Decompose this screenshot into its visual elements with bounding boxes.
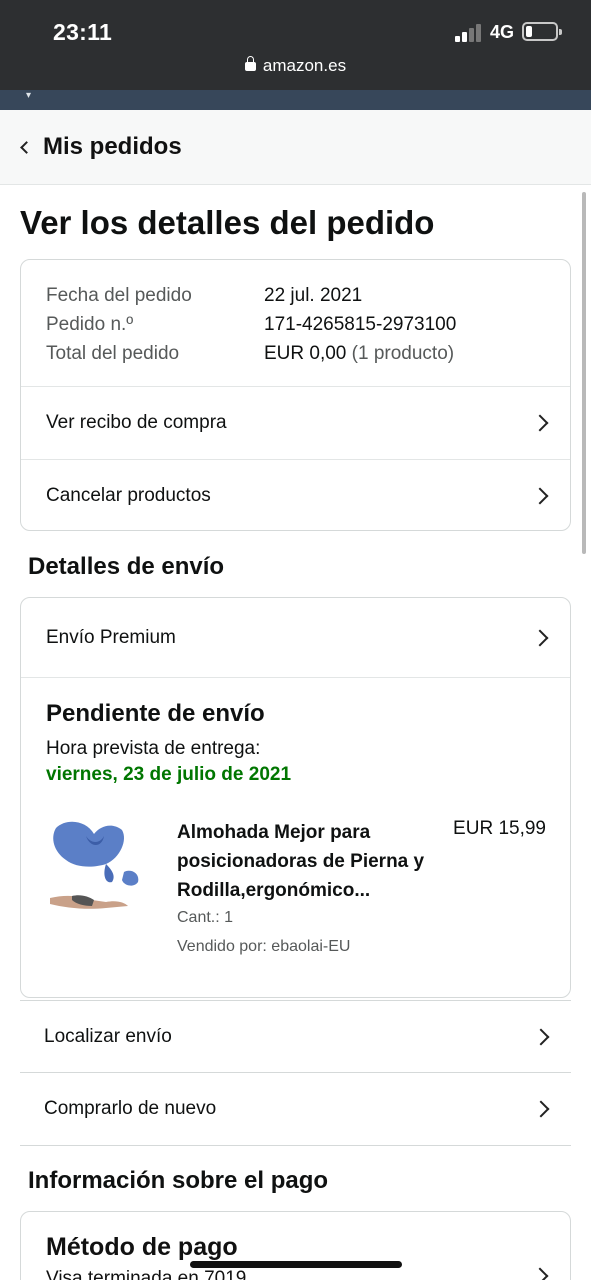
chevron-right-icon <box>532 1100 550 1118</box>
shipping-section-title: Detalles de envío <box>28 553 225 580</box>
order-summary: Fecha del pedido 22 jul. 2021 Pedido n.º… <box>21 260 570 386</box>
delivery-date: viernes, 23 de julio de 2021 <box>46 764 292 785</box>
url-text: amazon.es <box>262 56 347 75</box>
order-number-value: 171-4265815-2973100 <box>264 314 457 335</box>
network-label: 4G <box>490 22 515 42</box>
shipping-card: Envío Premium Pendiente de envío Hora pr… <box>20 597 571 998</box>
product-title[interactable]: Almohada Mejor para posicionadoras de Pi… <box>177 818 427 905</box>
status-time: 23:11 <box>53 19 113 45</box>
status-bar: 23:11 4G amazon.es <box>0 0 591 90</box>
breadcrumb[interactable]: Mis pedidos <box>0 110 591 185</box>
signal-icon <box>455 24 483 42</box>
chevron-right-icon <box>532 1028 550 1045</box>
view-receipt-link[interactable]: Ver recibo de compra <box>21 386 570 459</box>
payment-method-detail: Visa terminada en 7019 <box>46 1268 247 1280</box>
order-item-count: (1 producto) <box>351 343 455 364</box>
lock-icon <box>244 56 256 71</box>
chevron-right-icon <box>531 629 549 646</box>
payment-section-title: Información sobre el pago <box>28 1167 329 1194</box>
home-indicator[interactable] <box>190 1261 402 1268</box>
product-price: EUR 15,99 <box>453 818 546 839</box>
scrollbar[interactable] <box>582 192 586 554</box>
order-number-label: Pedido n.º <box>46 314 134 335</box>
chevron-left-icon <box>20 140 33 154</box>
buy-again-link[interactable]: Comprarlo de nuevo <box>20 1073 571 1146</box>
product-seller: Vendido por: ebaolai-EU <box>177 938 351 955</box>
track-shipment-label[interactable]: Localizar envío <box>44 1026 172 1048</box>
product-item: Almohada Mejor para posicionadoras de Pi… <box>46 818 546 968</box>
shipment-status-title: Pendiente de envío <box>46 700 265 727</box>
shipping-method-link[interactable]: Envío Premium <box>21 598 570 677</box>
product-image[interactable] <box>46 818 156 928</box>
order-date-value: 22 jul. 2021 <box>264 285 363 306</box>
delivery-estimate-label: Hora prevista de entrega: <box>46 738 261 759</box>
page-title: Ver los detalles del pedido <box>20 204 435 241</box>
address-bar[interactable]: amazon.es <box>0 56 591 76</box>
view-receipt-label[interactable]: Ver recibo de compra <box>46 412 227 434</box>
amazon-nav-strip: ▾ <box>0 90 591 110</box>
battery-icon <box>522 22 562 41</box>
chevron-right-icon <box>531 414 549 432</box>
payment-method-title: Método de pago <box>46 1233 238 1261</box>
breadcrumb-label[interactable]: Mis pedidos <box>43 133 182 161</box>
order-total-label: Total del pedido <box>46 343 180 364</box>
order-date-label: Fecha del pedido <box>46 285 192 306</box>
product-quantity: Cant.: 1 <box>177 909 234 926</box>
buy-again-label[interactable]: Comprarlo de nuevo <box>44 1098 216 1120</box>
order-total-value: EUR 0,00 <box>264 343 347 364</box>
caret-down-icon: ▾ <box>26 90 32 101</box>
shipping-method-label[interactable]: Envío Premium <box>46 627 176 649</box>
chevron-right-icon <box>531 1267 549 1280</box>
cancel-products-link[interactable]: Cancelar productos <box>21 459 570 532</box>
chevron-right-icon <box>531 487 549 505</box>
track-shipment-link[interactable]: Localizar envío <box>20 1000 571 1073</box>
shipment-status: Pendiente de envío Hora prevista de entr… <box>21 677 570 998</box>
payment-card[interactable]: Método de pago Visa terminada en 7019 <box>20 1211 571 1280</box>
order-summary-card: Fecha del pedido 22 jul. 2021 Pedido n.º… <box>20 259 571 531</box>
cancel-products-label[interactable]: Cancelar productos <box>46 485 211 507</box>
